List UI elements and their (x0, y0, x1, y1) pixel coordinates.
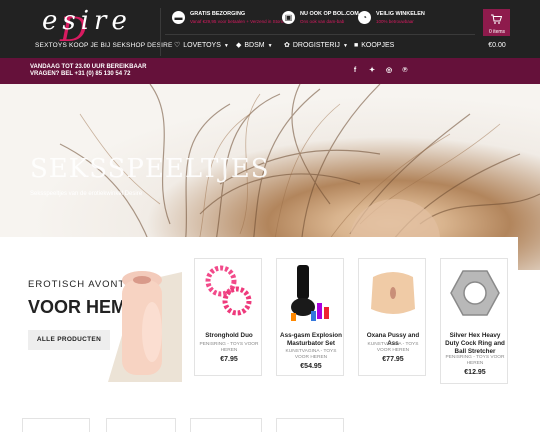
product-card[interactable] (276, 418, 344, 432)
usp-title: NU OOK OP BOL.COM (300, 11, 359, 17)
header: D esire SEXTOYS KOOP JE BIJ SEKSHOP DESI… (0, 0, 540, 58)
promo-product-image (108, 271, 182, 382)
cart-icon (491, 14, 502, 24)
product-category: PENISRING - TOYS VOOR HEREN (445, 355, 505, 366)
nav-label: KOOPJES (361, 42, 395, 49)
truck-icon: ▬ (172, 11, 185, 24)
cart-count: 0 items (488, 29, 506, 35)
product-price: €77.95 (382, 356, 404, 363)
nav-drogisterij[interactable]: ✿ DROGISTERIJ ▼ (284, 40, 348, 52)
nav-label: LOVETOYS (183, 42, 221, 49)
product-category: PENISRING - TOYS VOOR HEREN (199, 342, 259, 353)
page-title: SEKSSPEELTJES (30, 154, 270, 184)
facebook-icon[interactable]: f (350, 66, 360, 76)
product-card[interactable] (106, 418, 176, 432)
product-card[interactable] (190, 418, 262, 432)
product-image (205, 265, 252, 316)
nav-lovetoys[interactable]: ♡ LOVETOYS ▼ (174, 40, 229, 52)
instagram-icon[interactable]: ◎ (384, 66, 394, 76)
nav-label: BDSM (244, 42, 265, 49)
pills-icon: ✿ (284, 42, 290, 49)
nav-label: DROGISTERIJ (292, 42, 340, 49)
clock-icon: ◔ (358, 11, 371, 24)
tagline: SEXTOYS KOOP JE BIJ SEKSHOP DESIRE (35, 42, 173, 49)
usp-title: VEILIG WINKELEN (376, 11, 425, 17)
product-image (291, 265, 329, 321)
nav-koopjes[interactable]: ■ KOOPJES (354, 40, 394, 52)
product-card[interactable]: Ass-gasm Explosion Masturbator Set KUNST… (276, 258, 344, 376)
product-price: €12.95 (464, 369, 486, 376)
product-image (371, 272, 415, 314)
product-price: €7.95 (220, 356, 238, 363)
gift-icon: ■ (354, 42, 359, 49)
cart-total: €0.00 (488, 42, 506, 49)
chevron-down-icon: ▼ (342, 43, 348, 49)
product-category: KUNSTVAGINA - TOYS VOOR HEREN (367, 342, 419, 353)
usp-subtitle: 100% betrouwbaar (376, 19, 414, 24)
heart-icon: ♡ (174, 42, 181, 49)
usp-subtitle: Ons ook van dam-bab (300, 19, 345, 24)
product-card[interactable]: Oxana Pussy and Ass KUNSTVAGINA - TOYS V… (358, 258, 426, 376)
pinterest-icon[interactable]: ℗ (400, 66, 410, 76)
twitter-icon[interactable]: ✦ (367, 66, 377, 76)
product-price: €54.95 (300, 363, 322, 370)
product-name[interactable]: Ass-gasm Explosion Masturbator Set (279, 332, 343, 348)
phone-number: VRAGEN? BEL +31 (0) 85 130 54 72 (30, 71, 131, 77)
product-card[interactable]: Stronghold Duo PENISRING - TOYS VOOR HER… (194, 258, 262, 376)
product-name[interactable]: Stronghold Duo (197, 332, 261, 340)
usp-title: GRATIS BEZORGING (190, 11, 246, 17)
contact-bar: VANDAAG TOT 23.00 UUR BEREIKBAAR VRAGEN?… (0, 58, 540, 84)
usp-subtitle: Vanaf €29,95 voor betaalen + Verzend in … (190, 19, 285, 24)
breadcrumb[interactable]: Seksspeeltjes van de erotiekwinkel Desir… (30, 191, 142, 197)
chevron-down-icon: ▼ (267, 43, 273, 49)
product-card[interactable] (22, 418, 90, 432)
all-products-button[interactable]: ALLE PRODUCTEN (28, 330, 110, 350)
product-name[interactable]: Silver Hex Heavy Duty Cock Ring and Ball… (443, 332, 507, 356)
divider (165, 34, 475, 35)
divider (160, 8, 161, 56)
logo-text: esire (42, 6, 132, 36)
product-card[interactable]: Silver Hex Heavy Duty Cock Ring and Ball… (440, 258, 508, 384)
gift-icon: ▣ (282, 11, 295, 24)
nav-bdsm[interactable]: ◆ BDSM ▼ (236, 40, 273, 52)
product-image (450, 270, 500, 316)
chevron-down-icon: ▼ (223, 43, 229, 49)
opening-hours: VANDAAG TOT 23.00 UUR BEREIKBAAR (30, 64, 147, 70)
diamond-icon: ◆ (236, 42, 242, 49)
product-category: KUNSTVAGINA - TOYS VOOR HEREN (285, 349, 337, 360)
